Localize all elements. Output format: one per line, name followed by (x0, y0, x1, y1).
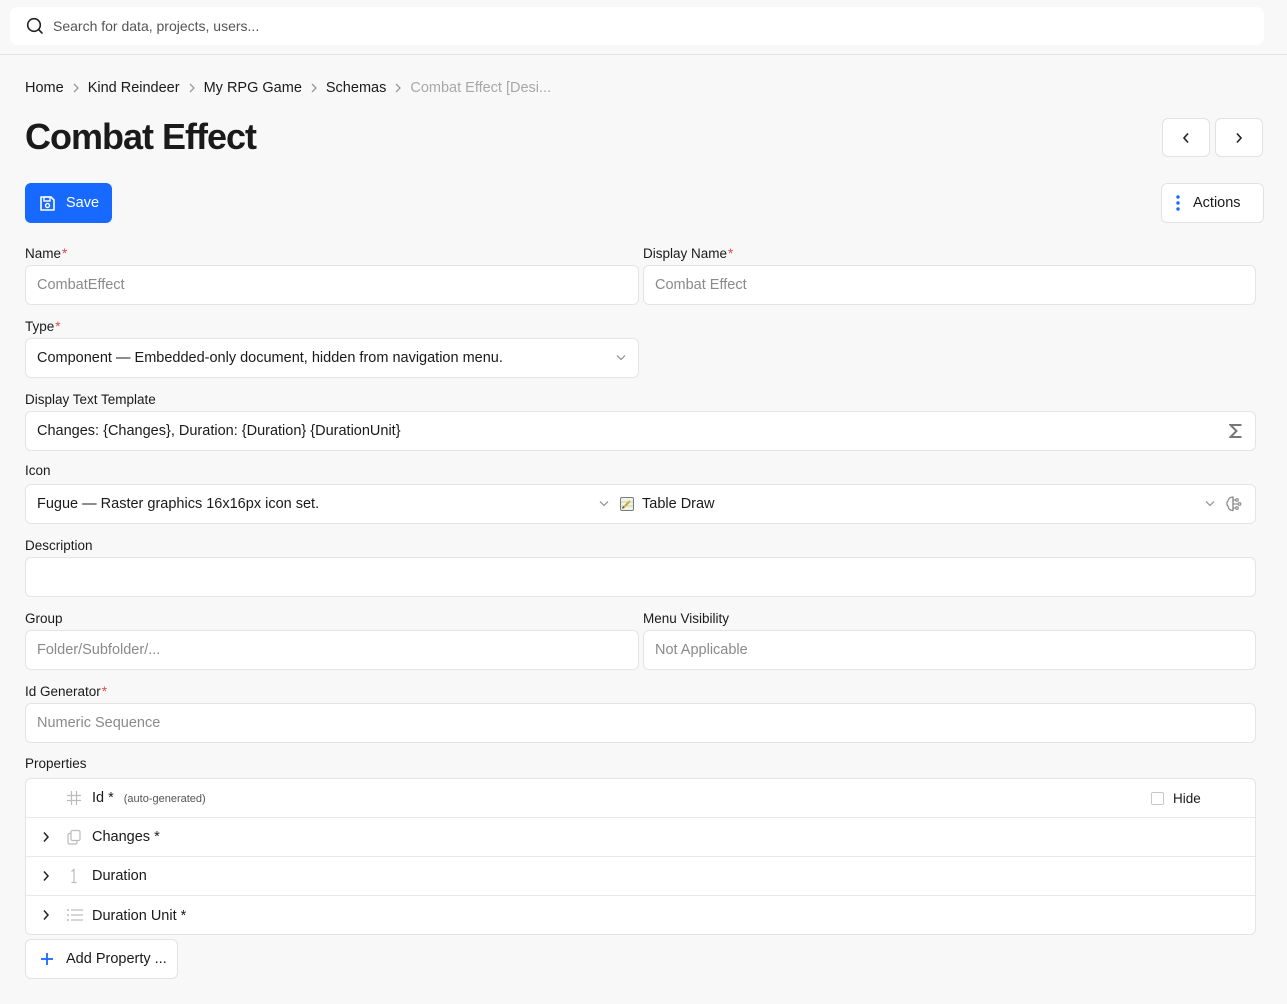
floppy-disk-icon (39, 195, 56, 212)
icon-picker: Fugue — Raster graphics 16x16px icon set… (25, 484, 1256, 524)
chevron-right-icon[interactable] (42, 870, 50, 882)
search-input[interactable]: Search for data, projects, users... (10, 7, 1264, 45)
group-label: Group (25, 611, 63, 626)
id-generator-field[interactable]: Numeric Sequence (25, 703, 1256, 743)
hide-checkbox[interactable] (1151, 792, 1164, 805)
add-property-button[interactable]: Add Property ... (25, 939, 178, 979)
name-label-text: Name (25, 246, 62, 261)
plus-icon (40, 952, 54, 966)
chevron-right-icon (72, 83, 80, 93)
chevron-right-icon[interactable] (42, 909, 50, 921)
display-text-template-field[interactable]: Changes: {Changes}, Duration: {Duration}… (25, 411, 1256, 451)
type-select[interactable]: Component — Embedded-only document, hidd… (25, 338, 639, 378)
name-field-value: CombatEffect (37, 277, 125, 293)
icon-set-select-value[interactable]: Fugue — Raster graphics 16x16px icon set… (37, 496, 319, 512)
property-name: Duration Unit * (92, 907, 187, 924)
required-mark: * (728, 246, 734, 261)
menu-visibility-value: Not Applicable (655, 642, 748, 658)
required-mark: * (62, 246, 68, 261)
hide-toggle[interactable]: Hide (1151, 791, 1201, 806)
display-name-field-value: Combat Effect (655, 277, 747, 293)
display-name-label-text: Display Name (643, 246, 728, 261)
display-name-label: Display Name* (643, 246, 733, 261)
copy-icon (66, 829, 82, 845)
search-icon (25, 16, 45, 36)
search-placeholder: Search for data, projects, users... (53, 18, 260, 34)
type-select-value: Component — Embedded-only document, hidd… (37, 350, 503, 366)
menu-visibility-field[interactable]: Not Applicable (643, 630, 1256, 670)
property-name: Duration (92, 868, 147, 884)
breadcrumb-project[interactable]: My RPG Game (204, 80, 302, 96)
id-generator-label-text: Id Generator (25, 684, 101, 699)
property-row-changes[interactable]: Changes * (26, 818, 1255, 857)
breadcrumb: Home Kind Reindeer My RPG Game Schemas C… (25, 80, 551, 96)
property-name-text: Id * (92, 790, 114, 806)
chevron-down-icon[interactable] (1205, 500, 1215, 507)
id-generator-label: Id Generator* (25, 684, 107, 699)
sigma-icon[interactable] (1229, 423, 1243, 439)
chevron-right-icon (1235, 132, 1243, 144)
required-mark: * (101, 684, 108, 699)
description-label: Description (25, 538, 93, 553)
previous-button[interactable] (1162, 118, 1210, 157)
type-label: Type* (25, 319, 61, 334)
hash-icon (66, 790, 82, 806)
description-field[interactable] (25, 557, 1256, 597)
chevron-right-icon (394, 83, 402, 93)
id-generator-value: Numeric Sequence (37, 715, 161, 731)
next-button[interactable] (1215, 118, 1263, 157)
property-note: (auto-generated) (123, 793, 206, 805)
hide-label: Hide (1173, 791, 1201, 806)
properties-table: Id * (auto-generated) Hide Changes * Dura… (25, 778, 1256, 935)
chevron-left-icon (1182, 132, 1190, 144)
breadcrumb-home[interactable]: Home (25, 80, 64, 96)
menu-visibility-label: Menu Visibility (643, 611, 730, 626)
property-name: Id * (auto-generated) (92, 790, 206, 806)
breadcrumb-current: Combat Effect [Desi... (410, 80, 552, 96)
property-name: Changes * (92, 829, 160, 845)
top-bar: Search for data, projects, users... (0, 0, 1287, 55)
page-title: Combat Effect (25, 116, 257, 157)
save-button-label: Save (66, 195, 100, 211)
group-field[interactable]: Folder/Subfolder/... (25, 630, 639, 670)
breadcrumb-schemas[interactable]: Schemas (326, 80, 386, 96)
type-label-text: Type (25, 319, 55, 334)
table-draw-icon (620, 497, 634, 511)
display-name-field[interactable]: Combat Effect (643, 265, 1256, 305)
chevron-right-icon (188, 83, 196, 93)
properties-label: Properties (25, 756, 87, 771)
property-row-id[interactable]: Id * (auto-generated) Hide (26, 779, 1255, 818)
name-label: Name* (25, 246, 67, 261)
number-icon (66, 868, 82, 884)
name-field[interactable]: CombatEffect (25, 265, 639, 305)
required-mark: * (55, 319, 61, 334)
breadcrumb-organization[interactable]: Kind Reindeer (88, 80, 180, 96)
chevron-right-icon (310, 83, 318, 93)
chevron-down-icon[interactable] (599, 500, 609, 507)
save-button[interactable]: Save (25, 183, 112, 223)
ai-brain-icon[interactable] (1225, 495, 1243, 513)
actions-button-label: Actions (1193, 195, 1241, 211)
display-text-template-value: Changes: {Changes}, Duration: {Duration}… (37, 423, 401, 439)
icon-select-value[interactable]: Table Draw (642, 496, 715, 512)
more-vertical-icon (1176, 195, 1180, 211)
display-text-template-label: Display Text Template (25, 392, 156, 407)
add-property-label: Add Property ... (66, 951, 167, 967)
group-field-placeholder: Folder/Subfolder/... (37, 642, 161, 658)
property-row-duration[interactable]: Duration (26, 857, 1255, 896)
actions-button[interactable]: Actions (1161, 183, 1264, 223)
property-row-duration-unit[interactable]: Duration Unit * (26, 896, 1255, 935)
chevron-right-icon[interactable] (42, 831, 50, 843)
icon-label: Icon (25, 463, 51, 478)
chevron-down-icon (616, 354, 626, 361)
list-icon (66, 907, 84, 923)
